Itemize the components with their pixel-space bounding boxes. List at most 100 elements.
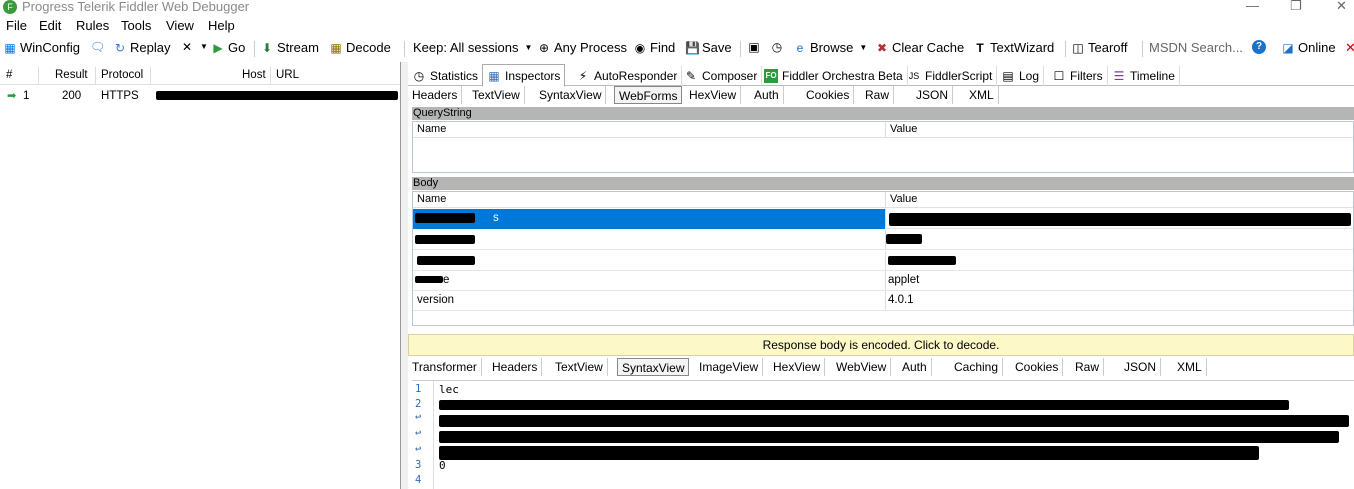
tab-filters[interactable]: ☐ Filters: [1048, 66, 1108, 86]
req-tab-textview[interactable]: TextView: [468, 86, 525, 104]
session-arrow-icon: ➡: [7, 90, 17, 102]
winconfig-button[interactable]: ▦ WinConfig: [3, 40, 80, 55]
body-row[interactable]: s: [413, 209, 1353, 229]
tearoff-icon: ◫: [1072, 40, 1084, 55]
maximize-icon[interactable]: ❐: [1290, 0, 1302, 14]
req-tab-auth[interactable]: Auth: [750, 86, 784, 104]
req-tab-xml[interactable]: XML: [965, 86, 999, 104]
response-tabs: Transformer Headers TextView SyntaxView …: [408, 357, 1354, 377]
resp-tab-xml[interactable]: XML: [1173, 358, 1207, 376]
qs-col-name[interactable]: Name: [417, 123, 446, 135]
response-syntax-view[interactable]: 1 2 ↩ ↩ ↩ 3 4 lec 0: [412, 380, 1354, 489]
resp-tab-hexview[interactable]: HexView: [769, 358, 826, 376]
menu-help[interactable]: Help: [208, 18, 235, 33]
screenshot-button[interactable]: ▣: [747, 40, 761, 54]
title-bar: F Progress Telerik Fiddler Web Debugger …: [0, 0, 1354, 16]
pane-splitter[interactable]: [401, 62, 408, 489]
qs-col-value[interactable]: Value: [890, 123, 917, 135]
req-tab-raw[interactable]: Raw: [861, 86, 895, 104]
menu-file[interactable]: File: [6, 18, 27, 33]
comment-button[interactable]: 🗨: [90, 40, 105, 54]
tab-autoresponder[interactable]: ⚡ AutoResponder: [572, 66, 683, 86]
chevron-down-icon: ▼: [200, 42, 208, 51]
browser-icon: e: [796, 40, 804, 55]
col-protocol[interactable]: Protocol: [101, 69, 143, 81]
menu-view[interactable]: View: [166, 18, 194, 33]
col-number[interactable]: #: [6, 69, 12, 81]
resp-tab-caching[interactable]: Caching: [950, 358, 1004, 376]
req-tab-syntaxview[interactable]: SyntaxView: [535, 86, 607, 104]
textwizard-button[interactable]: T TextWizard: [973, 40, 1054, 55]
body-row[interactable]: e applet: [413, 271, 1353, 291]
close-toolbar-icon[interactable]: ✕: [1345, 40, 1354, 56]
tearoff-button[interactable]: ◫ Tearoff: [1071, 40, 1127, 55]
req-tab-cookies[interactable]: Cookies: [802, 86, 855, 104]
fiddler-logo-icon: F: [3, 0, 17, 14]
camera-icon: ▣: [748, 40, 760, 54]
sessions-list[interactable]: # Result Protocol Host URL ➡ 1 200 HTTPS: [0, 62, 401, 489]
eraser-icon: ✖: [876, 40, 888, 55]
body-col-value[interactable]: Value: [890, 193, 917, 205]
decode-notice-bar[interactable]: Response body is encoded. Click to decod…: [408, 334, 1354, 356]
tab-fiddlerscript[interactable]: JS FiddlerScript: [903, 66, 998, 86]
col-result[interactable]: Result: [55, 69, 88, 81]
menu-rules[interactable]: Rules: [76, 18, 109, 33]
tab-timeline[interactable]: ☰ Timeline: [1108, 66, 1180, 86]
resp-tab-json[interactable]: JSON: [1120, 358, 1162, 376]
code-line-3: 0: [439, 459, 446, 472]
resp-tab-cookies[interactable]: Cookies: [1011, 358, 1064, 376]
body-row[interactable]: version 4.0.1: [413, 291, 1353, 311]
minimize-icon[interactable]: —: [1246, 0, 1259, 13]
any-process-button[interactable]: ⊕ Any Process: [537, 40, 627, 55]
req-tab-headers[interactable]: Headers: [408, 86, 463, 104]
find-button[interactable]: ◉ Find: [633, 40, 676, 55]
help-button[interactable]: ?: [1252, 40, 1266, 54]
resp-tab-webview[interactable]: WebView: [832, 358, 892, 376]
tab-statistics[interactable]: ◷ Statistics: [408, 66, 484, 86]
binoculars-icon: ◉: [634, 40, 646, 55]
browse-button[interactable]: e Browse ▼: [793, 40, 870, 55]
decode-button[interactable]: ▦ Decode: [329, 40, 390, 55]
querystring-header: QueryString: [412, 107, 1354, 120]
x-icon: ✕: [181, 40, 193, 54]
keep-sessions-dropdown[interactable]: Keep: All sessions ▼: [413, 40, 536, 55]
resp-tab-transformer[interactable]: Transformer: [408, 358, 482, 376]
msdn-search-input[interactable]: MSDN Search...: [1149, 40, 1243, 55]
resp-tab-auth[interactable]: Auth: [898, 358, 932, 376]
session-row[interactable]: ➡ 1 200 HTTPS: [0, 87, 400, 105]
resp-tab-raw[interactable]: Raw: [1071, 358, 1105, 376]
stream-button[interactable]: ⬇ Stream: [260, 40, 319, 55]
body-row[interactable]: [413, 230, 1353, 250]
toolbar: ▦ WinConfig 🗨 ↻ Replay ✕ ▼ ▶ Go ⬇ Stream…: [0, 38, 1354, 60]
col-host[interactable]: Host: [242, 69, 266, 81]
resp-tab-headers[interactable]: Headers: [488, 358, 543, 376]
session-result: 200: [62, 90, 82, 102]
querystring-grid[interactable]: Name Value: [412, 121, 1354, 173]
col-url[interactable]: URL: [276, 69, 299, 81]
remove-button[interactable]: ✕ ▼: [180, 40, 211, 54]
req-tab-json[interactable]: JSON: [912, 86, 954, 104]
resp-tab-textview[interactable]: TextView: [551, 358, 608, 376]
req-tab-hexview[interactable]: HexView: [685, 86, 742, 104]
go-button[interactable]: ▶ Go: [211, 40, 245, 55]
req-tab-webforms[interactable]: WebForms: [614, 86, 683, 104]
menu-edit[interactable]: Edit: [39, 18, 61, 33]
tab-fiddler-orchestra[interactable]: FO Fiddler Orchestra Beta: [760, 66, 908, 86]
tab-composer[interactable]: ✎ Composer: [680, 66, 763, 86]
save-button[interactable]: 💾 Save: [685, 40, 732, 55]
resp-tab-imageview[interactable]: ImageView: [695, 358, 764, 376]
menu-tools[interactable]: Tools: [121, 18, 151, 33]
replay-button[interactable]: ↻ Replay: [113, 40, 171, 55]
play-icon: ▶: [213, 40, 223, 55]
resp-tab-syntaxview[interactable]: SyntaxView: [617, 358, 690, 376]
body-col-name[interactable]: Name: [417, 193, 446, 205]
online-button[interactable]: ◪ Online: [1281, 40, 1335, 55]
tab-log[interactable]: ▤ Log: [997, 66, 1045, 86]
close-icon[interactable]: ✕: [1336, 0, 1347, 14]
timer-button[interactable]: ◷: [770, 40, 784, 54]
body-grid[interactable]: Name Value s e applet version 4.0.1: [412, 191, 1354, 326]
body-row[interactable]: [413, 251, 1353, 271]
window-title: Progress Telerik Fiddler Web Debugger: [22, 0, 250, 14]
tab-inspectors[interactable]: ▦ Inspectors: [482, 64, 566, 87]
clear-cache-button[interactable]: ✖ Clear Cache: [875, 40, 964, 55]
